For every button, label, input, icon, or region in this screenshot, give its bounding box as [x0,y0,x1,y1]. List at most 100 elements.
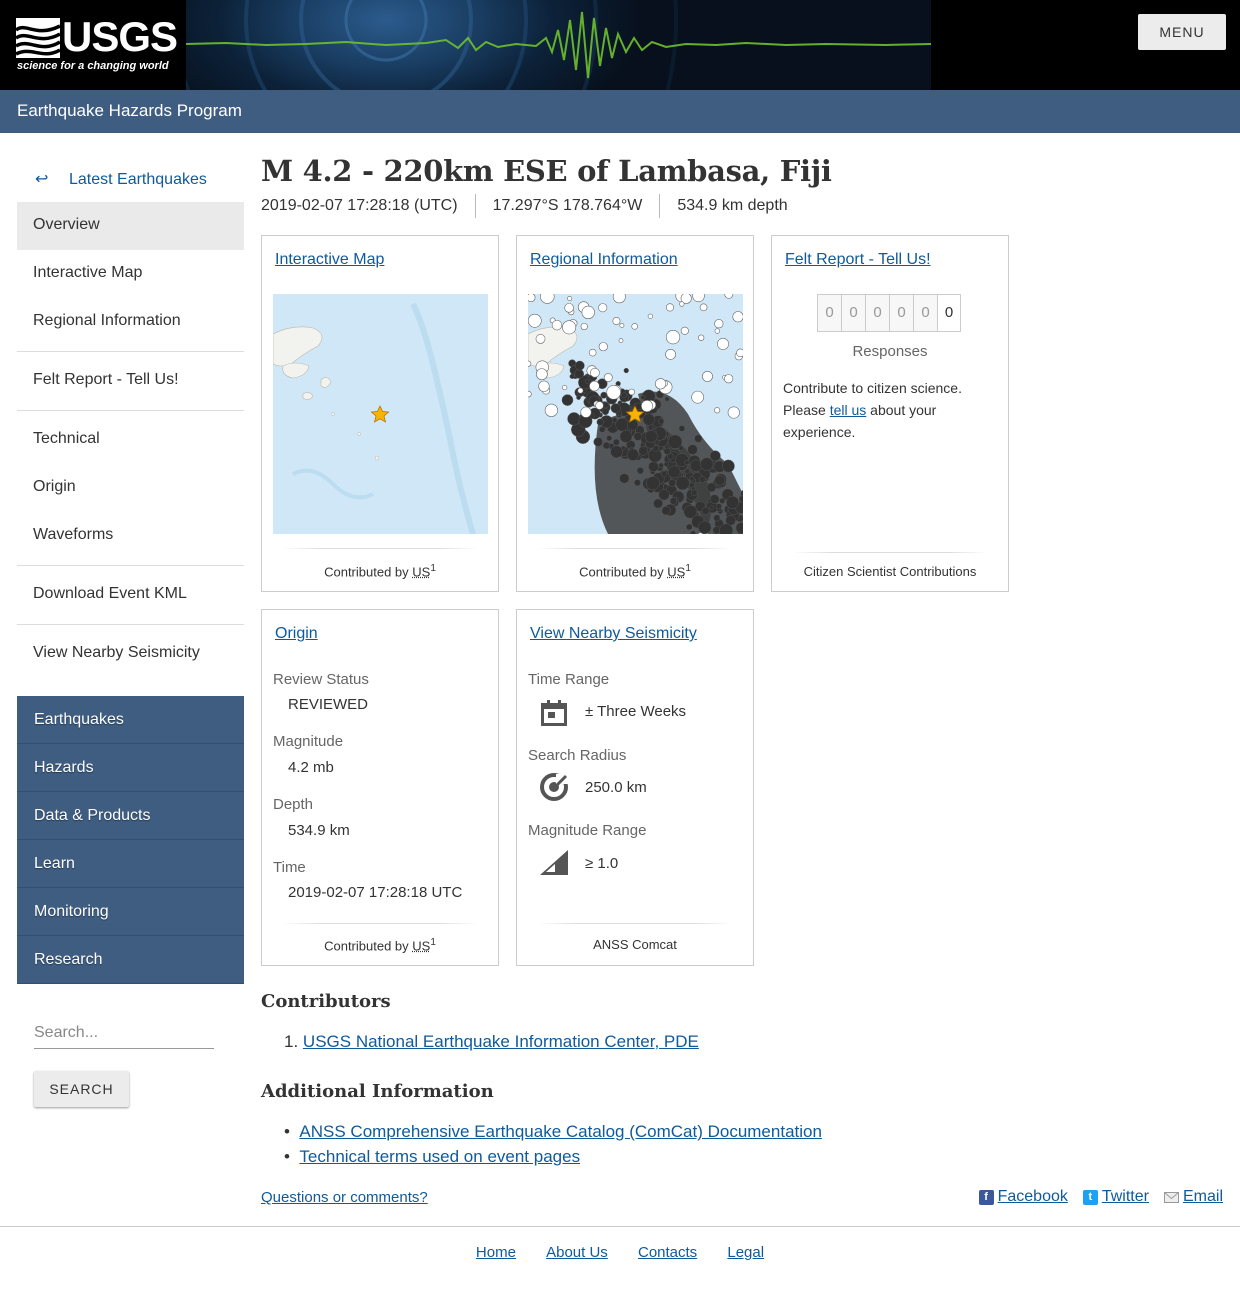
felt-report-card[interactable]: Felt Report - Tell Us! 0 0 0 0 0 0 Respo… [771,235,1009,592]
sidebar-item-regional-information[interactable]: Regional Information [17,298,244,346]
latest-earthquakes-link[interactable]: ↩ Latest Earthquakes [17,154,244,202]
origin-card[interactable]: Origin Review Status REVIEWED Magnitude … [261,609,499,966]
seismicity-dot [615,417,630,432]
card-divider [282,548,478,549]
event-coordinates: 17.297°S 178.764°W [492,197,643,214]
site-nav-hazards[interactable]: Hazards [17,744,244,792]
nearby-seismicity-card[interactable]: View Nearby Seismicity Time Range ± Thre… [516,609,754,966]
twitter-link[interactable]: Twitter [1102,1188,1149,1206]
contributed-by-text: Contributed by [324,938,409,954]
sidebar-item-technical[interactable]: Technical [17,416,244,464]
sidebar-item-interactive-map[interactable]: Interactive Map [17,250,244,298]
usgs-wave-icon [16,18,60,58]
footer-contacts-link[interactable]: Contacts [638,1244,697,1261]
seismicity-dot [653,498,664,509]
seismicity-dot [588,348,597,357]
comcat-docs-link[interactable]: ANSS Comprehensive Earthquake Catalog (C… [299,1122,822,1141]
sidebar-item-overview[interactable]: Overview [17,202,244,250]
seismicity-dot [628,388,635,396]
responses-label: Responses [852,343,928,360]
seismicity-dot [610,403,621,414]
tell-us-link[interactable]: tell us [830,402,867,418]
seismicity-dot [600,391,608,399]
seismicity-dot [714,328,720,334]
seismicity-dot [567,412,581,426]
depth-label: Depth [273,796,314,813]
contributor-code: US [667,564,686,580]
counter-digit: 0 [889,294,913,332]
felt-report-link[interactable]: Felt Report - Tell Us! [785,251,931,269]
additional-list-item: • ANSS Comprehensive Earthquake Catalog … [284,1122,822,1142]
usgs-logo[interactable]: USGS science for a changing world [0,0,186,90]
origin-link[interactable]: Origin [275,625,318,643]
contributor-link[interactable]: USGS National Earthquake Information Cen… [303,1032,699,1051]
seismicity-dot [633,432,643,441]
counter-digit: 0 [817,294,841,332]
site-nav-earthquakes[interactable]: Earthquakes [17,696,244,744]
seismicity-dot [564,303,574,313]
interactive-map-card[interactable]: Interactive Map Contributed by US1 [261,235,499,592]
interactive-map-link[interactable]: Interactive Map [275,251,384,269]
questions-link[interactable]: Questions or comments? [261,1189,428,1206]
seismicity-dot [738,495,743,503]
footer-home-link[interactable]: Home [476,1244,516,1261]
email-share[interactable]: Email [1163,1188,1223,1206]
facebook-share[interactable]: f Facebook [978,1188,1068,1206]
sidebar-item-origin[interactable]: Origin [17,464,244,512]
footer-legal-link[interactable]: Legal [727,1244,764,1261]
regional-seismicity-thumbnail[interactable] [528,294,743,534]
sidebar-item-waveforms[interactable]: Waveforms [17,512,244,560]
counter-digit: 0 [865,294,889,332]
seismicity-dot [544,403,558,417]
sidebar-item-felt-report[interactable]: Felt Report - Tell Us! [17,357,244,405]
sidebar-item-download-kml[interactable]: Download Event KML [17,571,244,619]
seismicity-dot [689,476,695,482]
seismicity-dot [698,334,705,341]
seismicity-dot [665,303,674,312]
regional-information-card[interactable]: Regional Information Contributed by US1 [516,235,754,592]
technical-terms-link[interactable]: Technical terms used on event pages [299,1147,580,1166]
seismicity-dot [580,406,592,418]
seismicity-dot [589,380,600,392]
twitter-share[interactable]: t Twitter [1082,1188,1149,1206]
nearby-seismicity-link[interactable]: View Nearby Seismicity [530,625,697,643]
card-divider [282,923,478,924]
search-input[interactable] [34,1017,214,1049]
seismicity-dot [691,390,704,404]
contributor-index: 1 [430,937,436,948]
site-nav-data-products[interactable]: Data & Products [17,792,244,840]
magnitude-label: Magnitude [273,733,344,750]
site-nav-monitoring[interactable]: Monitoring [17,888,244,936]
seismicity-dot [619,473,630,484]
seismicity-dot [601,407,609,416]
search-button[interactable]: SEARCH [34,1071,129,1107]
footer-about-link[interactable]: About Us [546,1244,608,1261]
seismicity-dot [619,323,625,328]
review-status-value: REVIEWED [288,696,369,713]
seismicity-dot [642,413,655,426]
menu-button[interactable]: MENU [1138,14,1226,50]
program-title[interactable]: Earthquake Hazards Program [17,101,242,121]
seismicity-dot [715,503,722,510]
felt-description: Contribute to citizen science. Please te… [783,377,998,443]
seismicity-dot [610,445,623,459]
seismicity-dot [685,523,693,531]
seismicity-dot [623,367,629,374]
seismicity-dot [641,400,653,413]
seismicity-dot [538,380,550,392]
sidebar-divider [17,565,244,566]
seismicity-dot [709,450,721,462]
seismogram-banner [186,0,931,90]
site-search: SEARCH [34,1017,214,1107]
interactive-map-thumbnail[interactable] [273,294,488,534]
facebook-link[interactable]: Facebook [998,1188,1068,1206]
seismicity-dot [619,430,633,443]
email-link[interactable]: Email [1183,1188,1223,1206]
card-footer: Contributed by US1 [517,563,753,579]
sidebar-item-nearby-seismicity[interactable]: View Nearby Seismicity [17,630,244,678]
seismicity-dot [684,468,690,475]
site-nav-learn[interactable]: Learn [17,840,244,888]
regional-information-link[interactable]: Regional Information [530,251,678,269]
site-nav-research[interactable]: Research [17,936,244,984]
seismicity-dot [669,497,678,505]
